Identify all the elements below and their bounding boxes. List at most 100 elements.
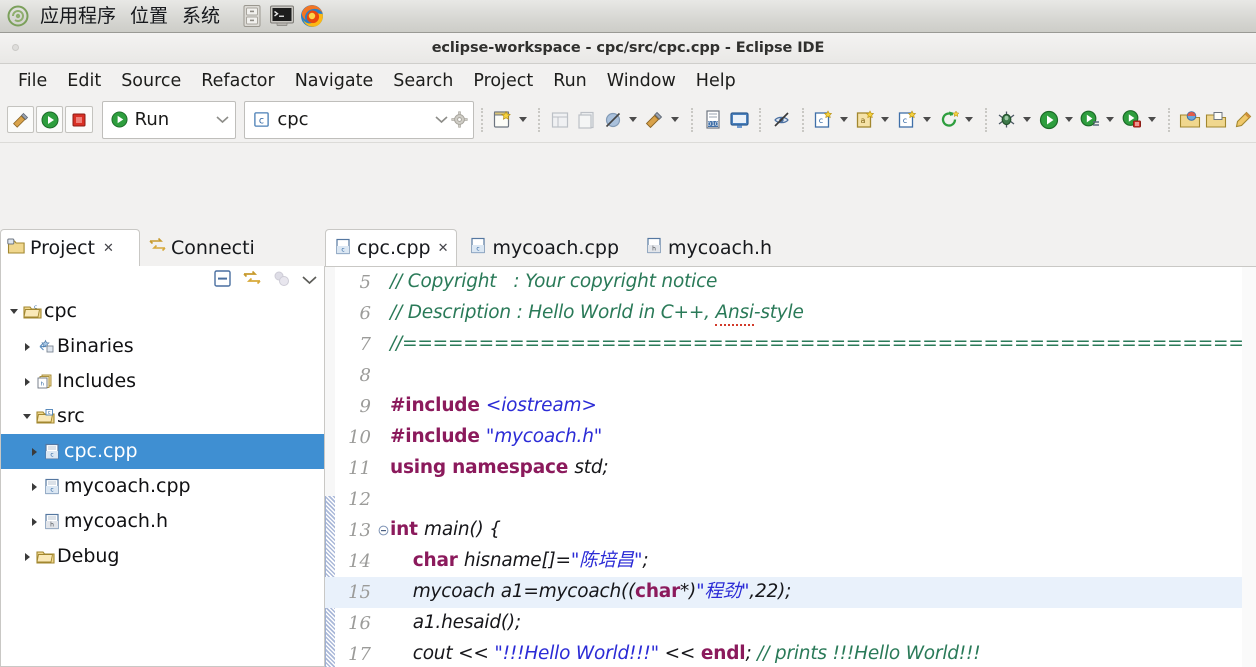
code-line[interactable]: 7 //=====================================… (325, 329, 1256, 360)
expand-arrow-icon[interactable] (7, 305, 21, 319)
tree-item-mycoach-cpp[interactable]: c mycoach.cpp (1, 469, 324, 504)
expand-arrow-icon[interactable] (20, 375, 34, 389)
coverage-dropdown[interactable] (1146, 108, 1160, 132)
chevron-down-icon[interactable] (213, 115, 231, 124)
code-line[interactable]: 13 int main() { (325, 515, 1256, 546)
debug-bug-icon[interactable] (995, 106, 1019, 133)
firefox-icon[interactable] (299, 3, 325, 29)
build-hammer-dropdown[interactable] (668, 108, 682, 132)
code-line[interactable]: 10 #include "mycoach.h" (325, 422, 1256, 453)
skip-breakpoints-icon[interactable] (601, 106, 625, 133)
project-explorer-tree[interactable]: c cpc Binaries h Includes c src c cpc.cp… (0, 294, 325, 667)
menu-search[interactable]: Search (383, 69, 463, 93)
build-hammer-icon[interactable] (643, 106, 667, 133)
expand-arrow-icon[interactable] (27, 480, 41, 494)
toggle-mark-occurrences-icon[interactable] (769, 106, 793, 133)
expand-arrow-icon[interactable] (20, 340, 34, 354)
menu-window[interactable]: Window (597, 69, 686, 93)
new-c-project-dropdown[interactable] (837, 108, 851, 132)
build-button[interactable] (7, 106, 35, 133)
run-config-dropdown[interactable] (1104, 108, 1118, 132)
link-with-editor-icon[interactable] (242, 269, 262, 292)
menu-run[interactable]: Run (543, 69, 597, 93)
menu-project[interactable]: Project (463, 69, 543, 93)
new-c-source-icon[interactable]: c (895, 106, 919, 133)
code-text[interactable]: // Copyright : Your copyright notice (390, 273, 717, 292)
code-text[interactable]: using namespace std; (390, 459, 609, 478)
code-line[interactable]: 16 a1.hesaid(); (325, 608, 1256, 639)
gnome-menu-applications[interactable]: 应用程序 (33, 6, 123, 26)
menu-refactor[interactable]: Refactor (191, 69, 284, 93)
skip-breakpoints-dropdown[interactable] (626, 108, 640, 132)
new-c-source-dropdown[interactable] (920, 108, 934, 132)
code-line[interactable]: 8 (325, 360, 1256, 391)
code-text[interactable]: #include <iostream> (390, 397, 597, 416)
launch-config-combo[interactable]: c cpc (244, 100, 474, 139)
new-c-project-icon[interactable]: c (812, 106, 836, 133)
refresh-green-icon[interactable] (937, 106, 961, 133)
gnome-menu-places[interactable]: 位置 (123, 6, 175, 26)
gear-icon[interactable] (451, 111, 469, 128)
window-menu-dot-icon[interactable] (12, 44, 19, 51)
code-line[interactable]: 17 cout << "!!!Hello World!!!" << endl; … (325, 639, 1256, 667)
editor-tab-cpc-cpp[interactable]: c cpc.cpp ✕ (325, 229, 458, 266)
file-manager-icon[interactable] (239, 3, 265, 29)
menu-edit[interactable]: Edit (57, 69, 111, 93)
binary-010-icon[interactable]: 010 (701, 106, 725, 133)
code-line[interactable]: 11 using namespace std; (325, 453, 1256, 484)
launch-mode-combo[interactable]: Run (101, 100, 237, 139)
fold-collapse-icon[interactable] (377, 525, 390, 536)
menu-file[interactable]: File (8, 69, 57, 93)
view-tab-connections[interactable]: Connecti (142, 229, 272, 266)
refresh-green-dropdown[interactable] (962, 108, 976, 132)
tree-item-cpc-cpp[interactable]: c cpc.cpp (1, 434, 324, 469)
expand-arrow-icon[interactable] (27, 515, 41, 529)
code-text[interactable]: cout << "!!!Hello World!!!" << endl; // … (390, 645, 981, 664)
source-code-editor[interactable]: 5 // Copyright : Your copyright notice 6 //… (325, 266, 1256, 667)
new-class-dropdown[interactable] (879, 108, 893, 132)
new-wizard-dropdown[interactable] (516, 108, 530, 132)
view-tab-project[interactable]: Project ✕ (0, 229, 140, 266)
code-text[interactable]: int main() { (390, 521, 501, 540)
run-play-dropdown[interactable] (1062, 108, 1076, 132)
run-play-icon[interactable] (1037, 106, 1061, 133)
code-line[interactable]: 15 mycoach a1=mycoach((char*)"程劲",22); (325, 577, 1256, 608)
code-lines[interactable]: 5 // Copyright : Your copyright notice 6 //… (325, 267, 1256, 667)
gnome-logo-icon[interactable] (6, 4, 30, 28)
tree-item-src[interactable]: c src (1, 399, 324, 434)
menu-source[interactable]: Source (111, 69, 191, 93)
terminal-icon[interactable] (269, 3, 295, 29)
expand-arrow-icon[interactable] (20, 550, 34, 564)
code-line[interactable]: 12 (325, 484, 1256, 515)
new-wizard-icon[interactable] (491, 106, 515, 133)
code-text[interactable]: a1.hesaid(); (390, 614, 521, 633)
editor-tab-mycoach-cpp[interactable]: c mycoach.cpp (461, 229, 627, 266)
code-text[interactable]: //======================================… (390, 335, 1256, 354)
run-config-icon[interactable] (1078, 106, 1102, 133)
new-class-icon[interactable]: a (853, 106, 877, 133)
debug-bug-dropdown[interactable] (1020, 108, 1034, 132)
menu-navigate[interactable]: Navigate (285, 69, 384, 93)
code-text[interactable]: // Description : Hello World in C++, Ans… (390, 302, 804, 327)
code-text[interactable]: mycoach a1=mycoach((char*)"程劲",22); (390, 583, 792, 602)
editor-tab-mycoach-h[interactable]: h mycoach.h (637, 229, 780, 266)
code-text[interactable]: char hisname[]="陈培昌"; (390, 552, 649, 571)
collapse-all-icon[interactable] (213, 269, 232, 292)
open-type-icon[interactable] (1178, 106, 1202, 133)
tree-item-debug[interactable]: Debug (1, 539, 324, 574)
pencil-icon[interactable] (1231, 106, 1255, 133)
expand-arrow-icon[interactable] (27, 445, 41, 459)
new-editor-icon[interactable] (575, 106, 599, 133)
code-text[interactable]: #include "mycoach.h" (390, 428, 602, 447)
open-console-icon[interactable] (727, 106, 751, 133)
new-window-icon[interactable] (548, 106, 572, 133)
overview-ruler[interactable] (1242, 267, 1256, 667)
tree-item-includes[interactable]: h Includes (1, 364, 324, 399)
stop-button[interactable] (65, 106, 93, 133)
close-icon[interactable]: ✕ (438, 241, 449, 256)
close-icon[interactable]: ✕ (103, 241, 114, 256)
gnome-menu-system[interactable]: 系统 (175, 6, 227, 26)
code-line[interactable]: 5 // Copyright : Your copyright notice (325, 267, 1256, 298)
expand-arrow-icon[interactable] (20, 410, 34, 424)
open-resource-icon[interactable] (1204, 106, 1228, 133)
